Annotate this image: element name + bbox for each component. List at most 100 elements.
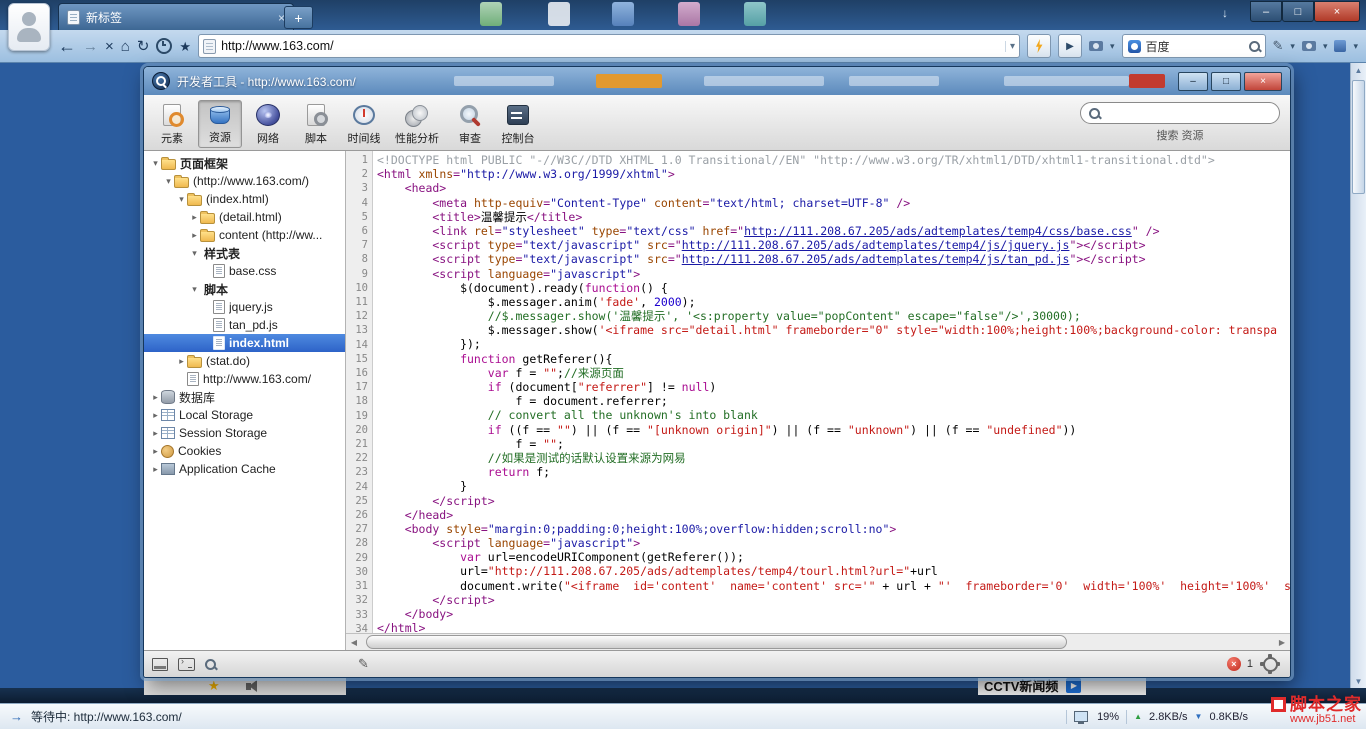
toolbar-console-label: 控制台 (502, 130, 535, 146)
horizontal-scrollbar[interactable]: ◀ ▶ (346, 633, 1290, 650)
tree-item[interactable]: ▸Cookies (144, 442, 345, 460)
disclosure-right-icon[interactable]: ▸ (150, 410, 161, 421)
devtools-maximize-button[interactable]: □ (1211, 72, 1241, 91)
url-text[interactable]: http://www.163.com/ (221, 39, 1000, 53)
disclosure-right-icon[interactable]: ▸ (189, 212, 200, 223)
horizontal-scrollbar-thumb[interactable] (366, 635, 1067, 649)
screenshot-dropdown-icon[interactable]: ▾ (1110, 41, 1115, 52)
devtools-minimize-button[interactable]: – (1178, 72, 1208, 91)
back-button[interactable]: ← (58, 37, 76, 55)
tree-item[interactable]: ▸数据库 (144, 388, 345, 406)
scroll-up-arrow[interactable]: ▲ (1351, 63, 1366, 77)
screenshot-icon[interactable] (1089, 41, 1103, 51)
address-dropdown-icon[interactable]: ▾ (1005, 41, 1015, 52)
scroll-down-arrow[interactable]: ▼ (1351, 674, 1366, 688)
extensions-dropdown-icon[interactable]: ▾ (1353, 41, 1358, 52)
go-button[interactable]: ▶ (1058, 34, 1082, 58)
tab-title: 新标签 (86, 9, 122, 26)
disclosure-right-icon[interactable]: ▸ (150, 392, 161, 403)
disclosure-right-icon[interactable]: ▸ (150, 446, 161, 457)
search-toggle-icon[interactable] (205, 659, 216, 670)
disclosure-down-icon[interactable]: ▾ (189, 284, 200, 295)
devtools-search-input[interactable] (1080, 102, 1280, 124)
tree-item[interactable]: ▾ (http://www.163.com/) (144, 172, 345, 190)
favorites-star-icon[interactable]: ★ (179, 40, 191, 53)
tree-item[interactable]: ▸Local Storage (144, 406, 345, 424)
tree-item[interactable]: ▾(index.html) (144, 190, 345, 208)
toolbar-network[interactable]: 网络 (246, 100, 290, 148)
error-badge-icon[interactable]: × (1227, 657, 1241, 671)
camera-tool-icon[interactable] (1302, 41, 1316, 51)
browser-tab[interactable]: 新标签 × (58, 3, 294, 31)
watermark-title: 脚本之家 (1290, 696, 1362, 713)
toolbar-timeline[interactable]: 时间线 (342, 100, 386, 148)
devtools-toolbar: 元素资源网络脚本时间线性能分析审查控制台 搜索 资源 (144, 95, 1290, 151)
home-button[interactable]: ⌂ (121, 39, 130, 54)
toolbar-scripts[interactable]: 脚本 (294, 100, 338, 148)
page-scrollbar-thumb[interactable] (1352, 80, 1365, 194)
redacted-text-red (1129, 74, 1165, 88)
window-minimize-button[interactable]: – (1250, 1, 1282, 22)
disclosure-right-icon[interactable]: ▸ (150, 428, 161, 439)
toolbar-resources[interactable]: 资源 (198, 100, 242, 148)
tree-item[interactable]: tan_pd.js (144, 316, 345, 334)
tree-item-label: (http://www.163.com/) (193, 174, 309, 188)
search-box[interactable]: 百度 (1122, 34, 1266, 58)
search-icon[interactable] (1249, 41, 1260, 52)
tree-item[interactable]: base.css (144, 262, 345, 280)
page-scrollbar[interactable]: ▲ ▼ (1350, 63, 1366, 688)
scroll-right-arrow[interactable]: ▶ (1274, 634, 1290, 650)
tree-item[interactable]: jquery.js (144, 298, 345, 316)
devtools-titlebar[interactable]: 开发者工具 - http://www.163.com/ – □ × (144, 67, 1290, 95)
dock-to-bottom-icon[interactable] (152, 658, 168, 671)
console-toggle-icon[interactable] (178, 658, 195, 671)
toolbar-audits[interactable]: 审查 (448, 100, 492, 148)
new-tab-button[interactable]: + (284, 6, 313, 29)
user-avatar-button[interactable] (8, 3, 50, 51)
tree-item[interactable]: ▸Session Storage (144, 424, 345, 442)
toolbar-elements[interactable]: 元素 (150, 100, 194, 148)
toolbar-console[interactable]: 控制台 (496, 100, 540, 148)
devtools-close-button[interactable]: × (1244, 72, 1282, 91)
error-count[interactable]: 1 (1247, 658, 1253, 670)
tree-item[interactable]: ▾脚本 (144, 280, 345, 298)
tray-download-icon[interactable]: ↓ (1222, 6, 1228, 20)
disclosure-down-icon[interactable]: ▾ (189, 248, 200, 259)
forward-button[interactable]: → (83, 39, 98, 54)
video-play-icon[interactable]: ▶ (1066, 678, 1081, 693)
disclosure-down-icon[interactable]: ▾ (176, 194, 187, 205)
source-code-view[interactable]: <!DOCTYPE html PUBLIC "-//W3C//DTD XHTML… (373, 151, 1290, 633)
disclosure-down-icon[interactable]: ▾ (163, 176, 174, 187)
toolbar-profiles[interactable]: 性能分析 (390, 100, 444, 148)
tree-item[interactable]: ▸Application Cache (144, 460, 345, 478)
scroll-left-arrow[interactable]: ◀ (346, 634, 362, 650)
window-maximize-button[interactable]: □ (1282, 1, 1314, 22)
tree-item[interactable]: ▸(detail.html) (144, 208, 345, 226)
extensions-icon[interactable] (1334, 40, 1346, 52)
edit-pencil-icon[interactable]: ✎ (358, 656, 369, 672)
page-fragment-cctv: CCTV新闻频 ▶ (978, 676, 1146, 695)
pen-dropdown-icon[interactable]: ▾ (1290, 41, 1295, 52)
devtools-search-label: 搜索 资源 (1080, 127, 1280, 143)
tree-item[interactable]: ▾样式表 (144, 244, 345, 262)
tree-item[interactable]: index.html (144, 334, 345, 352)
history-clock-icon[interactable] (156, 38, 172, 54)
code-line: var f = "";//来源页面 (377, 366, 1290, 380)
quick-launch-button[interactable] (1027, 34, 1051, 58)
tree-item[interactable]: ▸(stat.do) (144, 352, 345, 370)
tree-item[interactable]: http://www.163.com/ (144, 370, 345, 388)
settings-gear-icon[interactable] (1263, 657, 1278, 672)
refresh-button[interactable]: ↻ (137, 39, 150, 54)
devtools-toolbar-items: 元素资源网络脚本时间线性能分析审查控制台 (150, 97, 540, 148)
window-close-button[interactable]: × (1314, 1, 1360, 22)
pen-tool-icon[interactable]: ✎ (1273, 38, 1284, 54)
tree-item[interactable]: ▸content (http://ww... (144, 226, 345, 244)
disclosure-right-icon[interactable]: ▸ (150, 464, 161, 475)
disclosure-right-icon[interactable]: ▸ (189, 230, 200, 241)
camera-dropdown-icon[interactable]: ▾ (1323, 41, 1328, 52)
disclosure-down-icon[interactable]: ▾ (150, 158, 161, 169)
address-bar[interactable]: http://www.163.com/ ▾ (198, 34, 1020, 58)
tree-item[interactable]: ▾页面框架 (144, 154, 345, 172)
stop-button[interactable]: × (105, 39, 114, 54)
disclosure-right-icon[interactable]: ▸ (176, 356, 187, 367)
